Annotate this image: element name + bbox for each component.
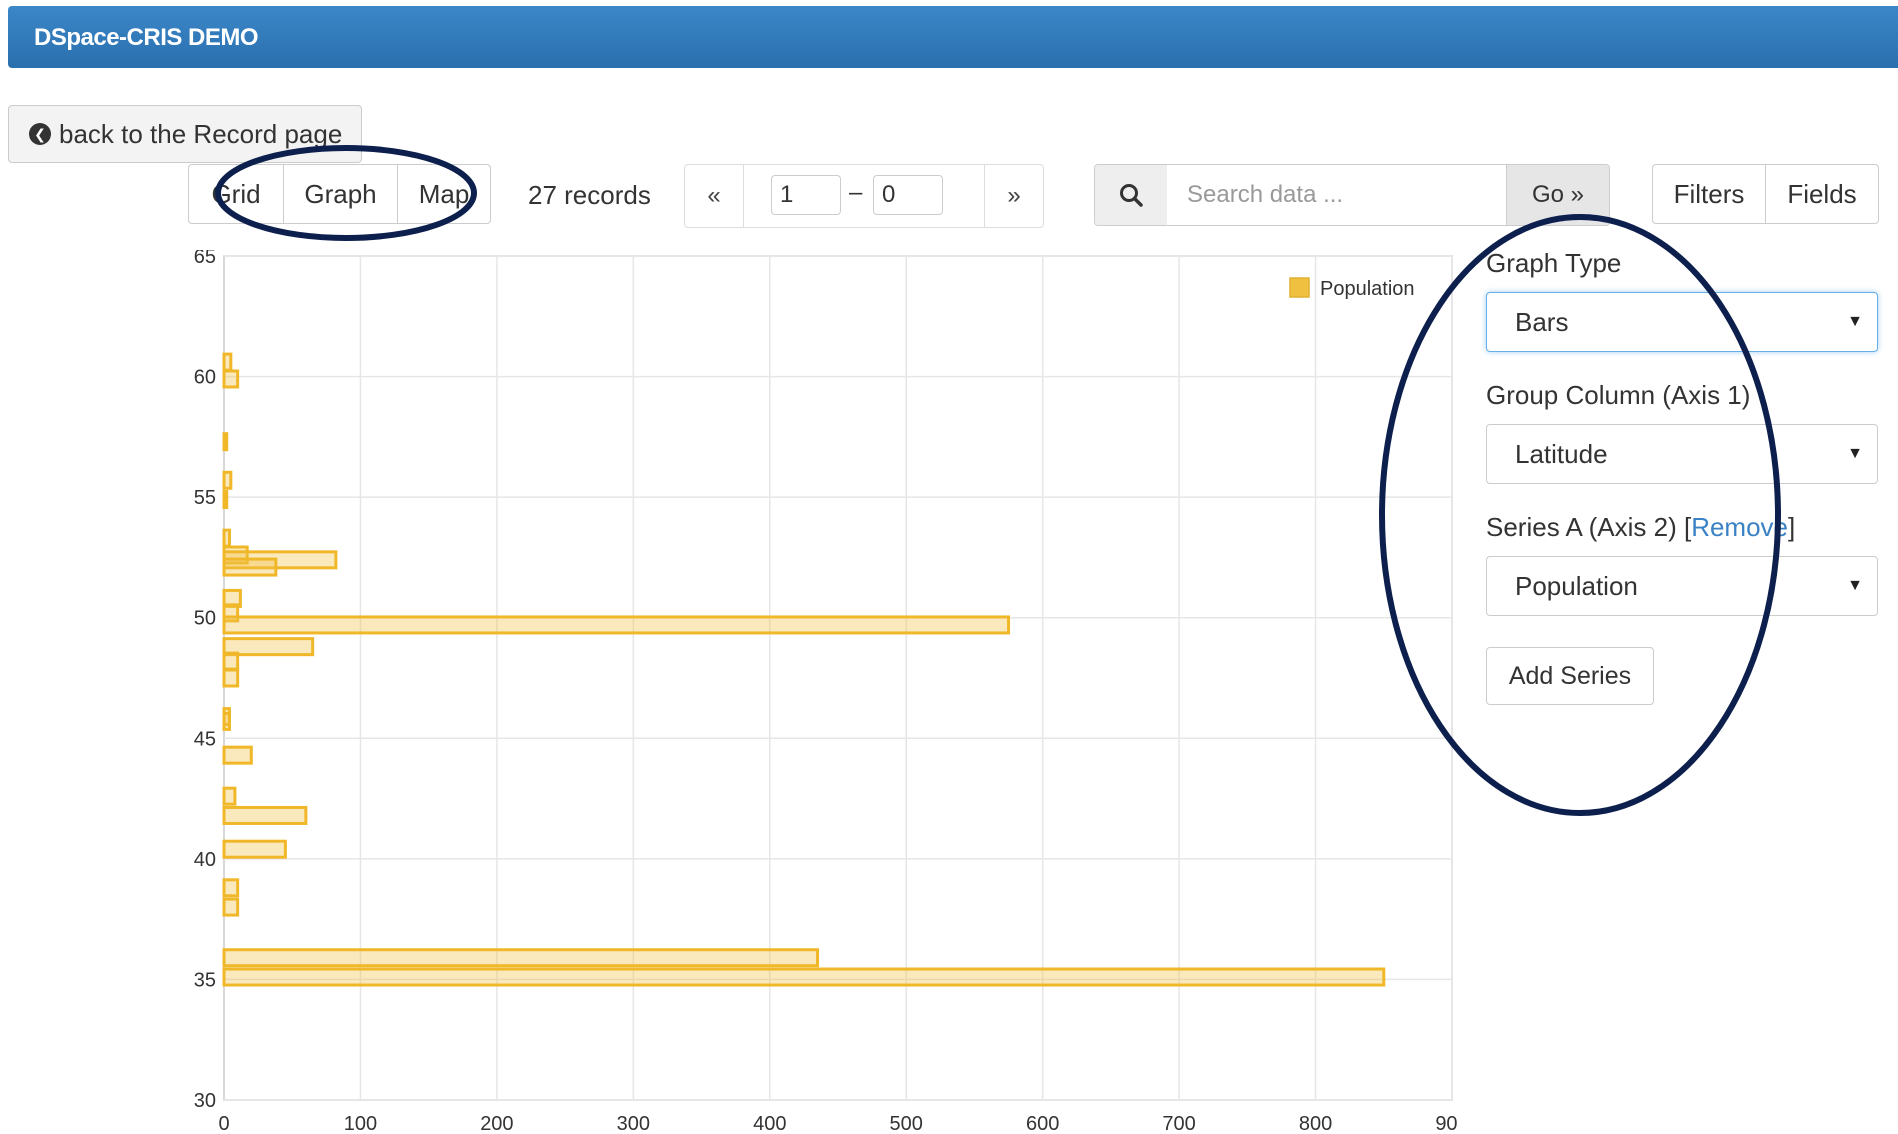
fields-label: Fields	[1787, 178, 1857, 209]
tab-map[interactable]: Map	[397, 164, 491, 224]
tab-map-label: Map	[418, 178, 470, 209]
search-go-button[interactable]: Go »	[1506, 165, 1609, 225]
pager-prev-button[interactable]: «	[685, 165, 744, 227]
chevron-down-icon: ▼	[1847, 313, 1863, 330]
series-a-label-text: Series A (Axis 2) [	[1486, 512, 1692, 542]
population-bar	[222, 432, 229, 452]
tab-graph-label: Graph	[304, 178, 377, 209]
brand-title[interactable]: DSpace-CRIS DEMO	[34, 24, 259, 52]
x-tick-label: 200	[480, 1113, 513, 1134]
legend-swatch	[1289, 277, 1310, 298]
circle-arrow-left-icon: ❮	[29, 123, 51, 145]
chevron-down-icon: ▼	[1847, 445, 1863, 462]
tab-grid-label: Grid	[211, 178, 261, 209]
search-bar: Go »	[1094, 164, 1610, 226]
fields-button[interactable]: Fields	[1765, 164, 1879, 224]
pager-dash: –	[849, 179, 863, 206]
top-navbar: DSpace-CRIS DEMO	[8, 6, 1898, 68]
y-tick-label: 55	[194, 487, 216, 509]
y-tick-label: 50	[194, 608, 216, 630]
population-bar	[222, 470, 233, 490]
add-series-label: Add Series	[1508, 661, 1632, 690]
chart-svg: 30 35 40 45 50 55 60 65 0 100 200 300 400 500 600 700 80…	[194, 250, 1458, 1134]
filters-button[interactable]: Filters	[1652, 164, 1766, 224]
population-bar	[222, 805, 308, 825]
population-bar	[222, 878, 240, 898]
x-tick-label: 300	[617, 1113, 650, 1134]
y-tick-label: 35	[194, 969, 216, 991]
back-to-record-button[interactable]: ❮ back to the Record page	[8, 105, 362, 163]
population-bar	[222, 651, 240, 671]
pager-next-button[interactable]: »	[984, 165, 1043, 227]
record-count: 27 records	[528, 180, 651, 210]
population-bar	[222, 352, 233, 372]
pager-to-input[interactable]	[873, 175, 943, 215]
x-tick-label: 600	[1026, 1113, 1059, 1134]
y-tick-label: 60	[194, 367, 216, 389]
population-bar	[222, 948, 820, 968]
series-a-label-close: ]	[1788, 512, 1796, 542]
population-bar-chart: 30 35 40 45 50 55 60 65 0 100 200 300 400 500 600 700 80…	[188, 250, 1458, 1134]
series-a-value: Population	[1515, 570, 1638, 601]
x-tick-label: 400	[753, 1113, 786, 1134]
x-tick-label: 0	[218, 1113, 229, 1134]
y-tick-label: 30	[194, 1090, 216, 1112]
filters-label: Filters	[1673, 178, 1745, 209]
population-bar	[222, 369, 240, 389]
population-bar	[222, 897, 240, 917]
population-bar	[222, 490, 229, 510]
pager: « – »	[684, 164, 1044, 228]
series-a-label: Series A (Axis 2) [Remove]	[1486, 512, 1795, 543]
population-bar	[222, 557, 278, 577]
chevron-down-icon: ▼	[1847, 577, 1863, 594]
pager-from-input[interactable]	[771, 175, 841, 215]
population-bar	[222, 786, 237, 806]
y-tick-label: 45	[194, 728, 216, 750]
population-bar	[222, 668, 240, 688]
population-bar	[222, 615, 1011, 635]
search-icon	[1095, 165, 1168, 225]
x-tick-label: 800	[1299, 1113, 1332, 1134]
x-tick-label: 100	[344, 1113, 377, 1134]
tab-graph[interactable]: Graph	[283, 164, 398, 224]
series-a-select[interactable]: Population ▼	[1486, 556, 1878, 616]
remove-series-link[interactable]: Remove	[1691, 512, 1788, 542]
population-bar	[222, 967, 1386, 987]
y-tick-label: 40	[194, 849, 216, 871]
x-tick-label: 500	[890, 1113, 923, 1134]
population-bar	[222, 711, 231, 731]
x-tick-label: 700	[1162, 1113, 1195, 1134]
back-button-label: back to the Record page	[59, 118, 343, 149]
population-bar	[222, 745, 253, 765]
graph-type-value: Bars	[1515, 306, 1569, 337]
y-tick-label: 65	[194, 250, 216, 268]
x-tick-label: 900	[1435, 1113, 1458, 1134]
add-series-button[interactable]: Add Series	[1486, 647, 1654, 705]
group-column-value: Latitude	[1515, 438, 1608, 469]
group-column-label: Group Column (Axis 1)	[1486, 380, 1751, 410]
search-input[interactable]	[1167, 165, 1517, 225]
tab-grid[interactable]: Grid	[188, 164, 284, 224]
population-bar	[222, 528, 231, 548]
legend-label: Population	[1320, 278, 1415, 300]
population-bar	[222, 839, 287, 859]
graph-type-label: Graph Type	[1486, 248, 1622, 278]
group-column-select[interactable]: Latitude ▼	[1486, 424, 1878, 484]
graph-type-select[interactable]: Bars ▼	[1486, 292, 1878, 352]
